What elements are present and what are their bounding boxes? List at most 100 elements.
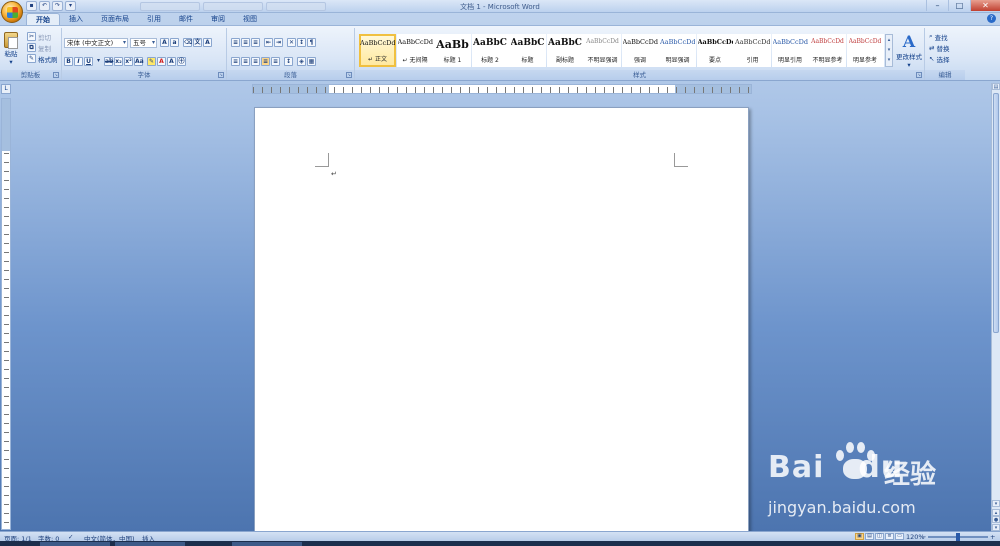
borders-icon[interactable]: ▦ [307,57,316,66]
paste-button[interactable]: 粘贴 ▾ [4,32,18,66]
copy-button[interactable]: ⧉ 复制 [27,43,51,53]
subscript-icon[interactable]: x₂ [114,57,123,66]
multilevel-list-icon[interactable]: ≡ [251,38,260,47]
style-sample: AaBbCcDd [622,38,658,46]
zoom-slider[interactable] [928,533,988,541]
taskbar-item[interactable] [232,542,302,546]
minimize-icon[interactable]: – [926,0,948,11]
style-item[interactable]: AaBbC 标题 [509,34,546,67]
ruler-toggle-icon[interactable]: ▤ [992,83,1000,90]
phonetic-guide-icon[interactable]: 文 [193,38,202,47]
shrink-font-icon[interactable]: a [170,38,179,47]
zoom-in-icon[interactable]: + [990,533,995,541]
horizontal-ruler[interactable] [252,84,752,94]
superscript-icon[interactable]: x² [124,57,133,66]
style-item[interactable]: AaBbCcDd 明显强调 [659,34,696,67]
document-page[interactable]: ↵ [254,107,749,532]
style-item[interactable]: AaBbCcDd 要点 [696,34,734,67]
zoom-slider-knob[interactable] [956,533,960,541]
next-page-icon[interactable]: ▾ [992,524,1000,531]
print-layout-icon[interactable]: ▣ [855,533,864,540]
find-button[interactable]: ⌕ 查找 [929,32,948,42]
tab-selector[interactable]: L [1,84,11,94]
bullets-icon[interactable]: ≡ [231,38,240,47]
highlight-icon[interactable]: ✎ [147,57,156,66]
style-item[interactable]: AaBbCcDd 不明显参考 [809,34,846,67]
underline-icon[interactable]: U [84,57,93,66]
proofing-icon[interactable]: ✓ [68,533,73,541]
taskbar-item[interactable] [115,542,185,546]
full-screen-reading-icon[interactable]: ▤ [865,533,874,540]
tab-references[interactable]: 引用 [138,13,170,25]
tab-view[interactable]: 视图 [234,13,266,25]
style-item[interactable]: AaBbCcDd 不明显强调 [584,34,621,67]
vertical-ruler[interactable] [1,98,11,530]
font-name-select[interactable]: 宋体 (中文正文) [64,38,128,48]
dialog-launcher-icon[interactable]: ↘ [916,72,922,78]
change-styles-button[interactable]: A 更改样式 ▾ [893,33,925,70]
cut-button[interactable]: ✂ 剪切 [27,32,51,42]
style-item[interactable]: AaBbCcDd 引用 [734,34,771,67]
distributed-icon[interactable]: ≡ [271,57,280,66]
shading-icon[interactable]: ◈ [297,57,306,66]
prev-page-icon[interactable]: ▴ [992,509,1000,516]
format-painter-button[interactable]: ✎ 格式刷 [27,54,58,64]
decrease-indent-icon[interactable]: ⇤ [264,38,273,47]
font-size-select[interactable]: 五号 [130,38,157,48]
style-item[interactable]: AaBb 标题 1 [434,34,471,67]
bold-icon[interactable]: B [64,57,73,66]
replace-icon: ⇄ [929,43,935,52]
dialog-launcher-icon[interactable]: ↘ [218,72,224,78]
tab-mailings[interactable]: 邮件 [170,13,202,25]
maximize-icon[interactable]: □ [948,0,970,11]
numbering-icon[interactable]: ≡ [241,38,250,47]
taskbar-item[interactable] [40,542,110,546]
style-item[interactable]: AaBbCcDd 强调 [621,34,659,67]
chevron-down-icon[interactable]: ▾ [94,57,103,66]
zoom-out-icon[interactable]: − [921,533,926,541]
grow-font-icon[interactable]: A [160,38,169,47]
replace-button[interactable]: ⇄ 替换 [929,43,949,53]
style-item[interactable]: AaBbC 副标题 [546,34,584,67]
vertical-scrollbar[interactable]: ▤ ▾ ▴ ● ▾ [991,83,1000,531]
style-item[interactable]: AaBbCcDd ↵ 正文 [359,34,396,67]
style-item[interactable]: AaBbC 标题 2 [471,34,509,67]
draft-icon[interactable]: ▭ [895,533,904,540]
outline-icon[interactable]: ≡ [885,533,894,540]
clear-format-icon[interactable]: ⌫ [183,38,192,47]
close-icon[interactable]: ✕ [970,0,1000,11]
tab-page-layout[interactable]: 页面布局 [92,13,138,25]
scroll-down-icon[interactable]: ▾ [992,500,1000,507]
select-button[interactable]: ↖ 选择 [929,54,949,64]
style-item[interactable]: AaBbCcDd 明显引用 [771,34,809,67]
change-case-icon[interactable]: Aa [134,57,144,66]
scroll-thumb[interactable] [993,93,999,333]
char-border-icon[interactable]: A [203,38,212,47]
line-spacing-icon[interactable]: ↕ [284,57,293,66]
dialog-launcher-icon[interactable]: ↘ [53,72,59,78]
strikethrough-icon[interactable]: ab [104,57,113,66]
web-layout-icon[interactable]: ◫ [875,533,884,540]
align-center-icon[interactable]: ≡ [241,57,250,66]
styles-scroll[interactable]: ▴ ▾ ▾ [885,34,893,67]
style-item[interactable]: AaBbCcDd 明显参考 [846,34,884,67]
chinese-layout-icon[interactable]: ✕ [287,38,296,47]
pilcrow-icon[interactable]: ¶ [307,38,316,47]
dialog-launcher-icon[interactable]: ↘ [346,72,352,78]
tab-insert[interactable]: 插入 [60,13,92,25]
increase-indent-icon[interactable]: ⇥ [274,38,283,47]
style-item[interactable]: AaBbCcDd ↵ 无间隔 [396,34,434,67]
help-icon[interactable]: ? [987,14,996,23]
justify-icon[interactable]: ≡ [261,57,270,66]
char-shading-icon[interactable]: A [167,57,176,66]
align-right-icon[interactable]: ≡ [251,57,260,66]
italic-icon[interactable]: I [74,57,83,66]
align-left-icon[interactable]: ≡ [231,57,240,66]
tab-home[interactable]: 开始 [26,13,60,25]
font-color-icon[interactable]: A [157,57,166,66]
tab-review[interactable]: 审阅 [202,13,234,25]
office-button[interactable] [1,1,23,23]
enclose-char-icon[interactable]: ㊉ [177,57,186,66]
sort-icon[interactable]: ↕ [297,38,306,47]
browse-object-icon[interactable]: ● [992,516,1000,523]
